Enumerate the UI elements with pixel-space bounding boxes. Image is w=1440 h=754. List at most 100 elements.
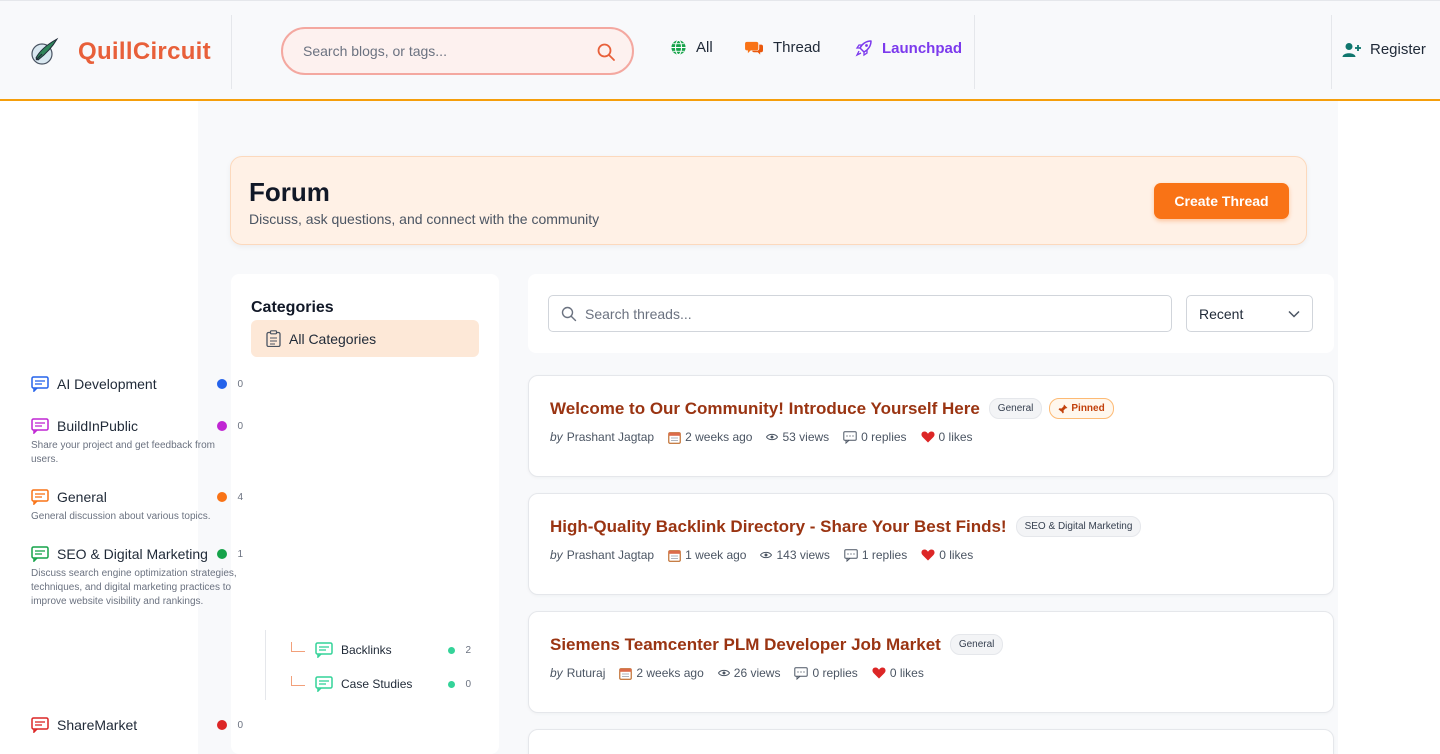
category-tag: General	[949, 634, 1004, 655]
register-label: Register	[1370, 41, 1426, 58]
globe-icon	[671, 39, 686, 56]
thread-author[interactable]: Ruturaj	[567, 666, 606, 680]
category-item[interactable]: General 4 General discussion about vario…	[31, 487, 243, 524]
message-square-icon	[31, 717, 49, 733]
nav-all[interactable]: All	[670, 39, 713, 56]
search-icon	[561, 306, 577, 321]
category-count: 0	[237, 719, 243, 731]
category-count: 4	[237, 491, 243, 503]
thread-views: 143 views	[776, 548, 830, 562]
message-square-icon	[31, 546, 49, 562]
category-count: 1	[237, 548, 243, 560]
thread-title[interactable]: High-Quality Backlink Directory - Share …	[550, 517, 1007, 537]
category-count: 0	[237, 420, 243, 432]
category-name: General	[57, 489, 107, 505]
message-square-icon	[31, 418, 49, 434]
quill-logo-icon	[31, 37, 59, 65]
category-item[interactable]: BuildInPublic 0 Share your project and g…	[31, 416, 243, 467]
nav-launchpad[interactable]: Launchpad	[855, 39, 962, 57]
message-square-icon	[31, 489, 49, 505]
thread-search-input[interactable]	[585, 305, 1145, 322]
thread-author[interactable]: Prashant Jagtap	[567, 548, 654, 562]
category-item[interactable]: SEO & Digital Marketing 1 Discuss search…	[31, 544, 243, 609]
by-label: by	[550, 430, 563, 444]
thread-date: 2 weeks ago	[636, 666, 704, 680]
top-header: QuillCircuit All Thread	[0, 0, 1440, 101]
category-count: 0	[237, 378, 243, 390]
brand-logo-link[interactable]: QuillCircuit	[24, 15, 232, 89]
thread-author[interactable]: Prashant Jagtap	[567, 430, 654, 444]
thread-card[interactable]	[528, 729, 1334, 754]
global-search-input[interactable]	[303, 43, 583, 59]
category-item[interactable]: AI Development 0	[31, 374, 243, 394]
thread-card[interactable]: Welcome to Our Community! Introduce Your…	[528, 375, 1334, 477]
thread-card[interactable]: Siemens Teamcenter PLM Developer Job Mar…	[528, 611, 1334, 713]
thread-views: 53 views	[782, 430, 830, 444]
search-icon[interactable]	[596, 42, 616, 62]
pinned-badge: Pinned	[1049, 398, 1114, 419]
sort-dropdown[interactable]: Recent	[1186, 295, 1313, 332]
eye-icon	[717, 669, 730, 677]
chevron-down-icon	[1288, 310, 1300, 318]
thread-title[interactable]: Siemens Teamcenter PLM Developer Job Mar…	[550, 635, 941, 655]
category-name: BuildInPublic	[57, 418, 138, 434]
category-name: AI Development	[57, 376, 157, 392]
calendar-icon	[668, 549, 681, 562]
subcategory-count: 0	[465, 678, 471, 690]
subcategory-list: Backlinks 2 Case Studies 0	[265, 630, 471, 700]
brand-name: QuillCircuit	[78, 38, 211, 65]
category-color-dot	[217, 492, 227, 502]
by-label: by	[550, 666, 563, 680]
subcategory-name: Case Studies	[341, 677, 413, 691]
eye-icon	[760, 551, 773, 559]
sort-value: Recent	[1199, 305, 1244, 322]
thread-card[interactable]: High-Quality Backlink Directory - Share …	[528, 493, 1334, 595]
header-divider	[974, 15, 975, 89]
message-square-icon	[315, 676, 333, 692]
category-color-dot	[217, 549, 227, 559]
category-all-label: All Categories	[289, 330, 377, 347]
calendar-icon	[619, 667, 633, 680]
category-name: SEO & Digital Marketing	[57, 546, 208, 562]
subcategory-item[interactable]: Case Studies 0	[266, 674, 471, 694]
categories-title: Categories	[251, 299, 334, 316]
thread-likes: 0 likes	[938, 430, 973, 444]
subcategory-color-dot	[448, 646, 455, 654]
category-name: ShareMarket	[57, 717, 138, 733]
register-button[interactable]: Register	[1342, 41, 1426, 58]
heart-icon	[921, 549, 935, 561]
heart-icon	[872, 667, 886, 679]
pin-icon	[1058, 404, 1068, 413]
thread-title[interactable]: Welcome to Our Community! Introduce Your…	[550, 399, 980, 419]
thread-replies: 1 replies	[861, 548, 908, 562]
subcategory-count: 2	[465, 644, 471, 656]
pinned-label: Pinned	[1071, 403, 1105, 414]
eye-icon	[766, 433, 779, 441]
page-title: Forum	[249, 177, 330, 207]
category-all[interactable]: All Categories	[251, 320, 479, 357]
nav-thread[interactable]: Thread	[745, 39, 821, 56]
nav-thread-label: Thread	[773, 39, 821, 56]
page-subtitle: Discuss, ask questions, and connect with…	[249, 211, 600, 227]
thread-likes: 0 likes	[889, 666, 924, 680]
category-tag: SEO & Digital Marketing	[1015, 516, 1142, 537]
thread-search-box[interactable]	[548, 295, 1172, 332]
subcategory-item[interactable]: Backlinks 2	[266, 640, 471, 660]
tree-branch	[291, 642, 305, 652]
calendar-icon	[668, 431, 681, 444]
clipboard-icon	[266, 330, 281, 347]
rocket-icon	[855, 40, 872, 57]
nav-all-label: All	[696, 39, 713, 56]
by-label: by	[550, 548, 563, 562]
create-thread-button[interactable]: Create Thread	[1154, 183, 1289, 219]
user-plus-icon	[1342, 42, 1361, 57]
category-description: General discussion about various topics.	[31, 511, 211, 522]
thread-toolbar: Recent	[528, 274, 1334, 353]
category-color-dot	[217, 421, 227, 431]
global-search-box[interactable]	[281, 27, 634, 75]
subcategory-color-dot	[448, 680, 455, 688]
category-description: Discuss search engine optimization strat…	[31, 568, 237, 607]
thread-replies: 0 replies	[861, 430, 907, 444]
category-item[interactable]: ShareMarket 0	[31, 715, 243, 735]
thread-replies: 0 replies	[812, 666, 858, 680]
